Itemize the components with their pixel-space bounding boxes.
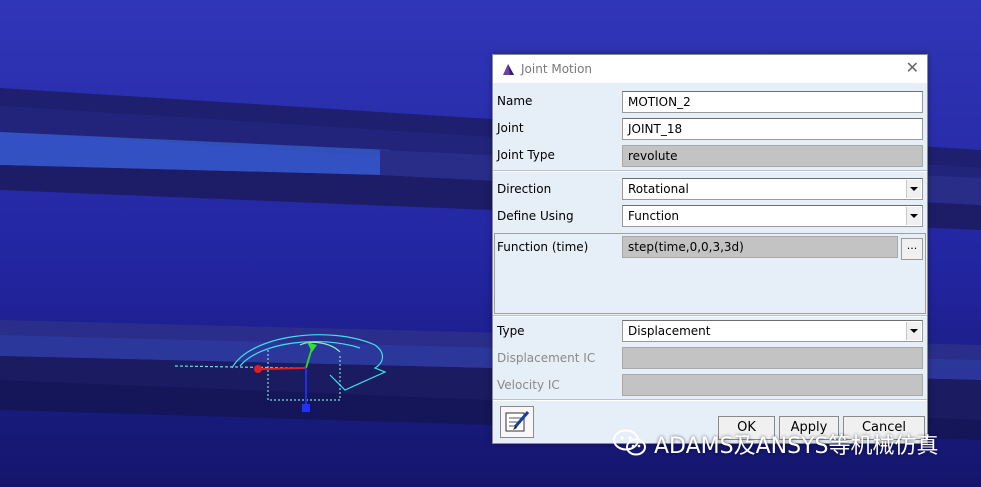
wechat-icon: [613, 429, 646, 456]
define-using-value: Function: [628, 209, 680, 223]
direction-label: Direction: [497, 182, 552, 196]
direction-value: Rotational: [628, 182, 689, 196]
name-field[interactable]: MOTION_2: [622, 91, 923, 113]
close-icon[interactable]: ✕: [906, 59, 919, 77]
function-builder-button[interactable]: ...: [901, 238, 923, 260]
dialog-titlebar[interactable]: Joint Motion ✕: [493, 55, 927, 83]
dialog-title: Joint Motion: [521, 62, 593, 76]
joint-type-field: revolute: [622, 145, 923, 167]
name-label: Name: [497, 94, 533, 108]
divider: [493, 315, 927, 317]
joint-type-label: Joint Type: [497, 148, 555, 162]
type-select[interactable]: Displacement: [622, 320, 923, 342]
joint-motion-dialog: Joint Motion ✕ Name MOTION_2 Joint JOINT…: [492, 54, 928, 444]
velocity-ic-field: [622, 374, 923, 396]
chevron-down-icon[interactable]: [906, 322, 921, 340]
velocity-ic-label: Velocity IC: [497, 378, 560, 392]
watermark-text: ADAMS及ANSYS等机械仿真: [654, 434, 939, 459]
notepad-pencil-icon: [505, 411, 530, 432]
function-field[interactable]: step(time,0,0,3,3d): [622, 236, 898, 258]
define-using-select[interactable]: Function: [622, 205, 923, 227]
chevron-down-icon[interactable]: [906, 180, 921, 198]
type-value: Displacement: [628, 324, 711, 338]
function-label: Function (time): [497, 240, 589, 254]
define-using-label: Define Using: [497, 209, 574, 223]
chevron-down-icon[interactable]: [906, 207, 921, 225]
joint-label: Joint: [497, 121, 524, 135]
adams-app-icon: [503, 64, 514, 75]
displacement-ic-field: [622, 347, 923, 369]
type-label: Type: [497, 324, 525, 338]
notes-button[interactable]: [500, 406, 534, 438]
displacement-ic-label: Displacement IC: [497, 351, 596, 365]
joint-field[interactable]: JOINT_18: [622, 118, 923, 140]
divider: [493, 170, 927, 172]
divider: [493, 399, 927, 401]
direction-select[interactable]: Rotational: [622, 178, 923, 200]
